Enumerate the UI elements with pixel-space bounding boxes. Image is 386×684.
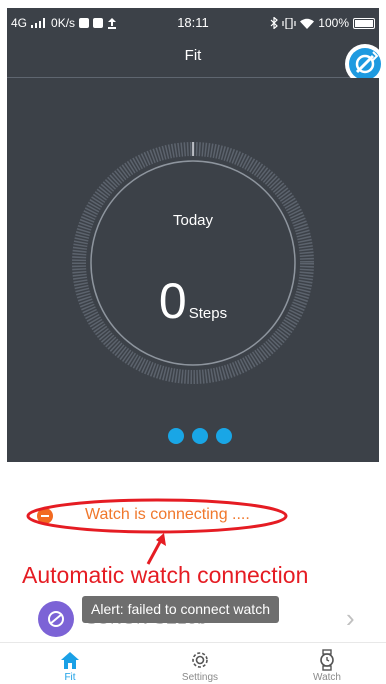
status-right: 100% [270,16,375,30]
nav-label-watch: Watch [313,672,341,683]
steps-display: 0 Steps [7,276,379,326]
app-header: Fit [7,38,379,78]
nav-item-watch[interactable]: Watch [297,649,357,683]
page-indicator [168,428,232,444]
steps-count: 0 [158,273,187,329]
device-avatar [38,601,74,637]
annotation-arrow [146,533,166,565]
nav-label-settings: Settings [181,672,219,683]
sync-icon-bg [349,48,381,80]
nav-item-settings[interactable]: Settings [170,649,230,683]
page-title: Fit [184,47,202,64]
nav-label-fit: Fit [64,672,76,683]
gear-icon [192,652,208,668]
page-dot[interactable] [192,428,208,444]
wifi-icon [300,18,315,29]
step-progress-ring [72,142,314,384]
nav-item-fit[interactable]: Fit [40,649,100,683]
bluetooth-icon [270,17,279,29]
chevron-right-icon[interactable]: › [346,603,355,634]
watch-icon [320,649,334,671]
bottom-nav: Fit Settings Watch [0,642,386,684]
annotation-text: Automatic watch connection [22,562,309,588]
home-icon [61,652,79,669]
status-bar: 4G 0K/s 18:11 100% [7,8,379,38]
today-label: Today [172,212,214,229]
battery-level: 100% [318,16,349,30]
page-dot[interactable] [216,428,232,444]
ring-inner-line [90,160,296,366]
ring-outer-track [72,142,314,384]
alert-toast: Alert: failed to connect watch [82,596,279,623]
sync-icon [355,51,379,74]
steps-unit: Steps [188,305,228,322]
battery-icon [353,17,375,29]
activity-panel: Today 0 Steps [7,78,379,462]
page-dot[interactable] [168,428,184,444]
vibrate-icon [282,17,296,29]
watch-device-icon [48,611,64,627]
annotation-oval [26,498,288,534]
